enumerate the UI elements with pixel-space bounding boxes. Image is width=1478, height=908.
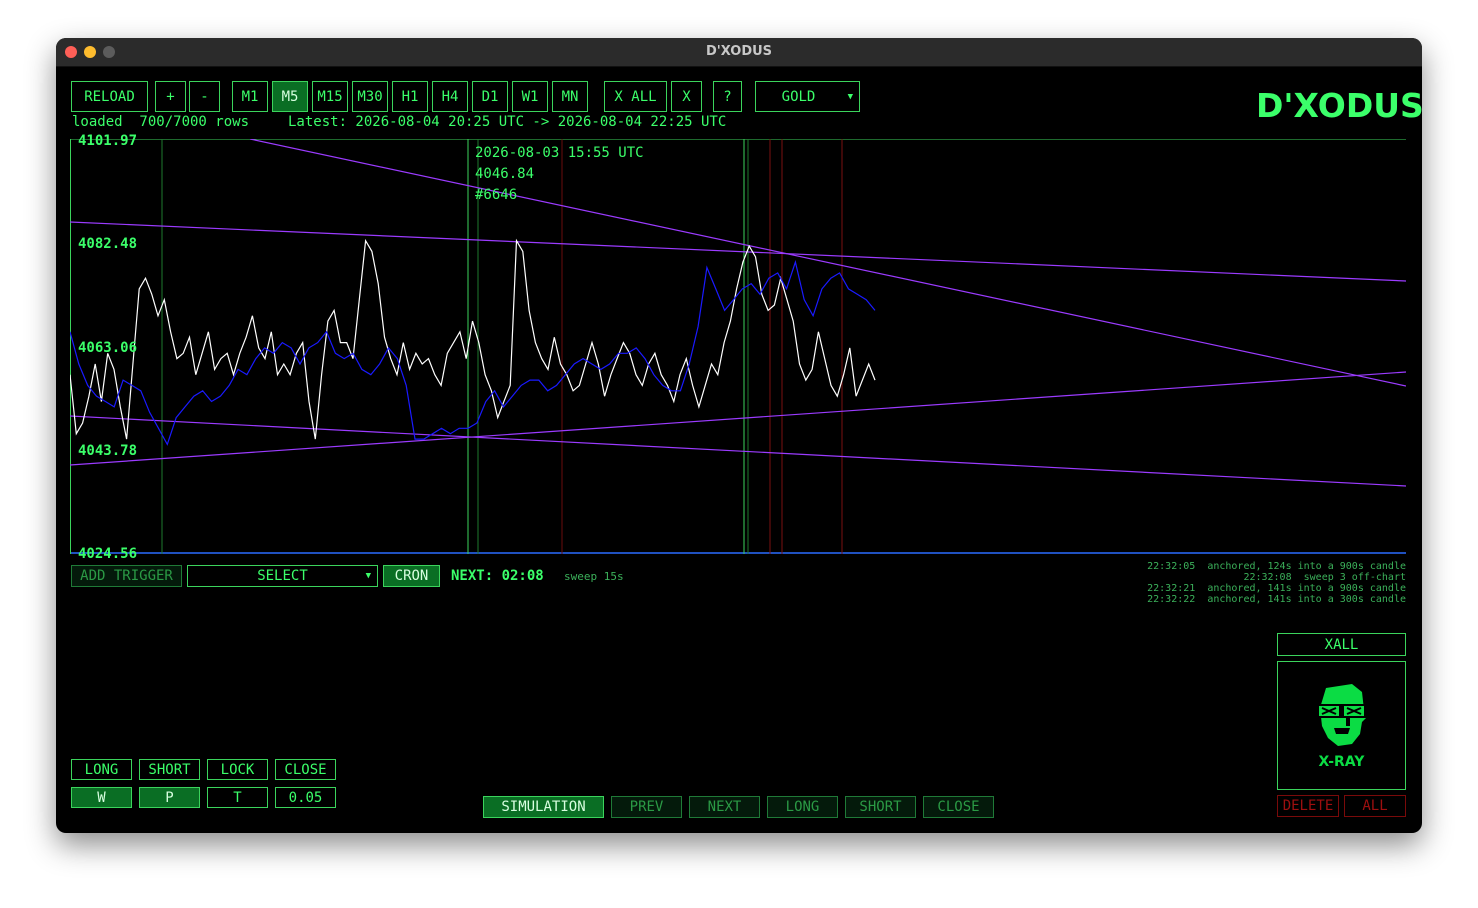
timeframe-m30[interactable]: M30 bbox=[352, 81, 388, 112]
price-series-line bbox=[70, 238, 876, 440]
chevron-down-icon: ▼ bbox=[365, 571, 371, 581]
lot-size-field[interactable]: 0.05 bbox=[275, 787, 336, 808]
timeframe-m5[interactable]: M5 bbox=[272, 81, 308, 112]
title-bar: D'XODUS bbox=[56, 38, 1422, 67]
add-trigger-button[interactable]: ADD TRIGGER bbox=[71, 565, 182, 587]
help-button[interactable]: ? bbox=[713, 81, 742, 112]
sim-prev-button[interactable]: PREV bbox=[611, 796, 682, 818]
cron-button[interactable]: CRON bbox=[383, 565, 440, 587]
trendline bbox=[70, 221, 1406, 282]
zoom-out-button[interactable]: - bbox=[189, 81, 220, 112]
x-button[interactable]: X bbox=[671, 81, 702, 112]
trigger-select-value: SELECT bbox=[257, 568, 308, 584]
trendline bbox=[249, 139, 1406, 387]
crosshair-index: #6646 bbox=[475, 187, 518, 203]
zoom-in-button[interactable]: + bbox=[155, 81, 186, 112]
window-title: D'XODUS bbox=[705, 44, 773, 59]
delete-all-button[interactable]: ALL bbox=[1344, 795, 1406, 817]
log-line: 22:32:05 anchored, 124s into a 900s cand… bbox=[1147, 561, 1406, 572]
log-line: 22:32:08 sweep 3 off-chart bbox=[1243, 572, 1406, 583]
xray-label: X-RAY bbox=[1318, 753, 1365, 770]
y-tick-label: 4043.78 bbox=[78, 443, 138, 459]
simulation-button[interactable]: SIMULATION bbox=[483, 796, 604, 818]
y-tick-label: 4024.56 bbox=[78, 546, 138, 562]
brand-logo: D'XODUS bbox=[1256, 86, 1422, 125]
latest-status: Latest: 2026-08-04 20:25 UTC -> 2026-08-… bbox=[288, 114, 727, 130]
p-toggle[interactable]: P bbox=[139, 787, 200, 808]
short-button[interactable]: SHORT bbox=[139, 759, 200, 780]
sim-short-button[interactable]: SHORT bbox=[845, 796, 916, 818]
timeframe-h1[interactable]: H1 bbox=[392, 81, 428, 112]
loaded-status: loaded 700/7000 rows bbox=[72, 114, 250, 130]
sim-next-button[interactable]: NEXT bbox=[689, 796, 760, 818]
y-tick-label: 4101.97 bbox=[78, 133, 138, 149]
price-chart[interactable] bbox=[70, 139, 1406, 554]
log-line: 22:32:22 anchored, 141s into a 300s cand… bbox=[1147, 594, 1406, 605]
timeframe-m1[interactable]: M1 bbox=[232, 81, 268, 112]
lock-button[interactable]: LOCK bbox=[207, 759, 268, 780]
timeframe-m15[interactable]: M15 bbox=[312, 81, 348, 112]
next-countdown: NEXT: 02:08 bbox=[451, 568, 544, 584]
timeframe-mn[interactable]: MN bbox=[552, 81, 588, 112]
timeframe-d1[interactable]: D1 bbox=[472, 81, 508, 112]
crosshair-time: 2026-08-03 15:55 UTC bbox=[475, 145, 644, 161]
sim-long-button[interactable]: LONG bbox=[767, 796, 838, 818]
chevron-down-icon: ▼ bbox=[847, 91, 853, 102]
y-tick-label: 4063.06 bbox=[78, 340, 138, 356]
timeframe-w1[interactable]: W1 bbox=[512, 81, 548, 112]
timeframe-h4[interactable]: H4 bbox=[432, 81, 468, 112]
x-all-button[interactable]: X ALL bbox=[604, 81, 667, 112]
sim-close-button[interactable]: CLOSE bbox=[923, 796, 994, 818]
trigger-select[interactable]: SELECT ▼ bbox=[187, 565, 378, 587]
close-position-button[interactable]: CLOSE bbox=[275, 759, 336, 780]
t-toggle[interactable]: T bbox=[207, 787, 268, 808]
log-line: 22:32:21 anchored, 141s into a 900s cand… bbox=[1147, 583, 1406, 594]
y-tick-label: 4082.48 bbox=[78, 236, 138, 252]
crosshair-price: 4046.84 bbox=[475, 166, 535, 182]
delete-button[interactable]: DELETE bbox=[1277, 795, 1339, 817]
long-button[interactable]: LONG bbox=[71, 759, 132, 780]
w-toggle[interactable]: W bbox=[71, 787, 132, 808]
sweep-status: sweep 15s bbox=[564, 570, 624, 583]
xall-button[interactable]: XALL bbox=[1277, 633, 1406, 656]
symbol-select[interactable]: GOLD ▼ bbox=[755, 81, 860, 112]
reload-button[interactable]: RELOAD bbox=[71, 81, 148, 112]
app-window: D'XODUS RELOAD + - M1 M5 M15 M30 H1 H4 D… bbox=[56, 38, 1422, 833]
xray-face-icon bbox=[1315, 683, 1368, 746]
symbol-value: GOLD bbox=[781, 88, 816, 105]
xray-panel[interactable]: X-RAY bbox=[1277, 661, 1406, 790]
